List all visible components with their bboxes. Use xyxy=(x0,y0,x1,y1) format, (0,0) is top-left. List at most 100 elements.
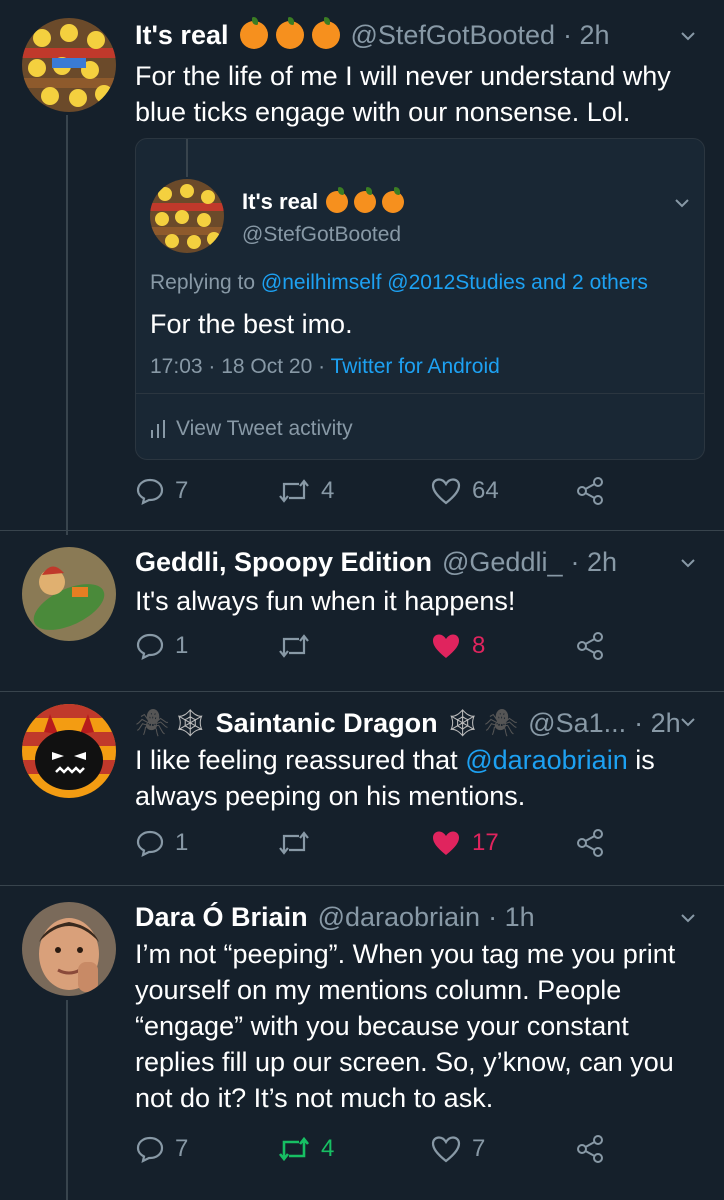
tweet-text: is xyxy=(635,745,655,775)
tweet[interactable]: Dara Ó Briain @daraobriain · 1h I’m not … xyxy=(0,886,724,1200)
thread-line xyxy=(186,139,188,177)
like-button[interactable]: 17 xyxy=(430,828,499,858)
spider-icon: 🕷 xyxy=(135,708,170,738)
share-icon xyxy=(577,632,603,660)
tweet[interactable]: 🕷 🕸 Saintanic Dragon 🕸 🕷 @Sa1... · 2h I … xyxy=(0,692,724,885)
chevron-down-icon[interactable] xyxy=(674,195,690,211)
divider xyxy=(136,393,704,394)
tweet-text-line: “engage” with you because your constant xyxy=(135,1011,629,1041)
reply-icon xyxy=(136,633,164,661)
reply-icon xyxy=(136,830,164,858)
orange-emoji-icon xyxy=(354,187,377,213)
avatar[interactable] xyxy=(22,704,116,798)
avatar[interactable] xyxy=(22,18,116,112)
spider-web-icon: 🕸 xyxy=(445,708,480,738)
like-count: 8 xyxy=(472,632,486,659)
tweet-text-line: I like feeling reassured that @daraobria… xyxy=(135,742,705,778)
orange-emoji-icon xyxy=(240,17,269,49)
timestamp[interactable]: · 1h xyxy=(488,900,535,934)
spider-web-icon: 🕸 xyxy=(173,708,208,738)
like-button[interactable]: 7 xyxy=(430,1134,485,1164)
orange-emoji-icon xyxy=(326,187,349,213)
retweet-icon xyxy=(278,1136,310,1162)
tweet-text-line: yourself on my mentions column. People xyxy=(135,975,622,1005)
share-button[interactable] xyxy=(575,476,605,506)
reply-count: 7 xyxy=(175,477,189,504)
display-name[interactable]: Geddli, Spoopy Edition xyxy=(135,545,432,579)
view-tweet-activity-label: View Tweet activity xyxy=(176,417,353,440)
orange-emoji-icon xyxy=(382,187,405,213)
tweet-actions: 1 8 xyxy=(135,631,615,671)
activity-icon xyxy=(151,420,165,438)
avatar[interactable] xyxy=(150,179,224,253)
quoted-tweet-text: For the best imo. xyxy=(150,309,353,339)
timestamp[interactable]: · 2h xyxy=(563,18,610,52)
retweet-button[interactable]: 4 xyxy=(277,1134,334,1164)
tweet-actions: 1 17 xyxy=(135,828,615,868)
like-icon xyxy=(431,478,461,505)
tweet-text-line: not do it? It’s not much to ask. xyxy=(135,1083,494,1113)
display-name[interactable]: Dara Ó Briain xyxy=(135,900,308,934)
orange-emoji-icon xyxy=(312,17,341,49)
replying-to-label: Replying to xyxy=(150,271,256,294)
retweet-icon xyxy=(279,634,309,658)
tweet-text: It's always fun when it happens! xyxy=(135,586,516,616)
chevron-down-icon[interactable] xyxy=(680,28,696,44)
reply-icon xyxy=(136,478,164,506)
timestamp[interactable]: · 2h xyxy=(634,706,681,740)
reply-button[interactable]: 7 xyxy=(135,476,188,506)
like-count: 64 xyxy=(472,477,499,504)
retweet-count: 4 xyxy=(321,477,335,504)
avatar[interactable] xyxy=(22,547,116,641)
like-count: 17 xyxy=(472,829,499,856)
chevron-down-icon[interactable] xyxy=(680,714,696,730)
handle[interactable]: @Geddli_ xyxy=(442,545,562,579)
display-name[interactable]: It's real xyxy=(135,18,228,52)
tweet[interactable]: Geddli, Spoopy Edition @Geddli_ · 2h It'… xyxy=(0,531,724,691)
reply-count: 1 xyxy=(175,829,189,856)
like-count: 7 xyxy=(472,1135,486,1162)
retweet-icon xyxy=(279,479,309,503)
tweet-text-line: I’m not “peeping”. When you tag me you p… xyxy=(135,939,676,969)
share-icon xyxy=(577,477,603,505)
chevron-down-icon[interactable] xyxy=(680,555,696,571)
reply-icon xyxy=(136,1136,164,1164)
share-button[interactable] xyxy=(575,1134,605,1164)
like-icon xyxy=(433,831,459,855)
tweet-datetime: 17:03 · 18 Oct 20 · xyxy=(150,355,326,378)
tweet-actions: 7 4 7 xyxy=(135,1134,615,1174)
reply-button[interactable]: 1 xyxy=(135,828,188,858)
reply-button[interactable]: 7 xyxy=(135,1134,188,1164)
handle[interactable]: @Sa1... xyxy=(528,706,626,740)
display-name[interactable]: Saintanic Dragon xyxy=(216,706,438,740)
quoted-tweet[interactable]: It's real @StefGotBooted Replying to @ne… xyxy=(135,138,705,460)
retweet-button[interactable]: 4 xyxy=(277,476,334,506)
tweet-text-line: blue ticks engage with our nonsense. Lol… xyxy=(135,97,631,127)
timestamp[interactable]: · 2h xyxy=(570,545,617,579)
handle[interactable]: @StefGotBooted xyxy=(242,223,401,247)
tweet-source[interactable]: Twitter for Android xyxy=(331,355,500,378)
share-icon xyxy=(577,1135,603,1163)
retweet-button[interactable] xyxy=(277,828,321,858)
like-button[interactable]: 64 xyxy=(430,476,499,506)
mention-link[interactable]: @daraobriain xyxy=(465,745,628,775)
tweet-text-line: always peeping on his mentions. xyxy=(135,781,526,811)
retweet-button[interactable] xyxy=(277,631,321,661)
handle[interactable]: @StefGotBooted xyxy=(350,18,555,52)
tweet-actions: 7 4 64 xyxy=(135,476,615,516)
view-tweet-activity-link[interactable]: View Tweet activity xyxy=(150,417,353,441)
chevron-down-icon[interactable] xyxy=(680,910,696,926)
share-button[interactable] xyxy=(575,631,605,661)
reply-button[interactable]: 1 xyxy=(135,631,188,661)
like-button[interactable]: 8 xyxy=(430,631,485,661)
share-button[interactable] xyxy=(575,828,605,858)
tweet[interactable]: It's real @StefGotBooted · 2h For the li… xyxy=(0,0,724,530)
replying-to-users[interactable]: @neilhimself @2012Studies and 2 others xyxy=(261,271,648,294)
orange-emoji-icon xyxy=(276,17,305,49)
retweet-count: 4 xyxy=(321,1135,335,1162)
avatar[interactable] xyxy=(22,902,116,996)
reply-count: 7 xyxy=(175,1135,189,1162)
display-name[interactable]: It's real xyxy=(242,185,318,219)
handle[interactable]: @daraobriain xyxy=(318,900,481,934)
retweet-icon xyxy=(279,831,309,855)
